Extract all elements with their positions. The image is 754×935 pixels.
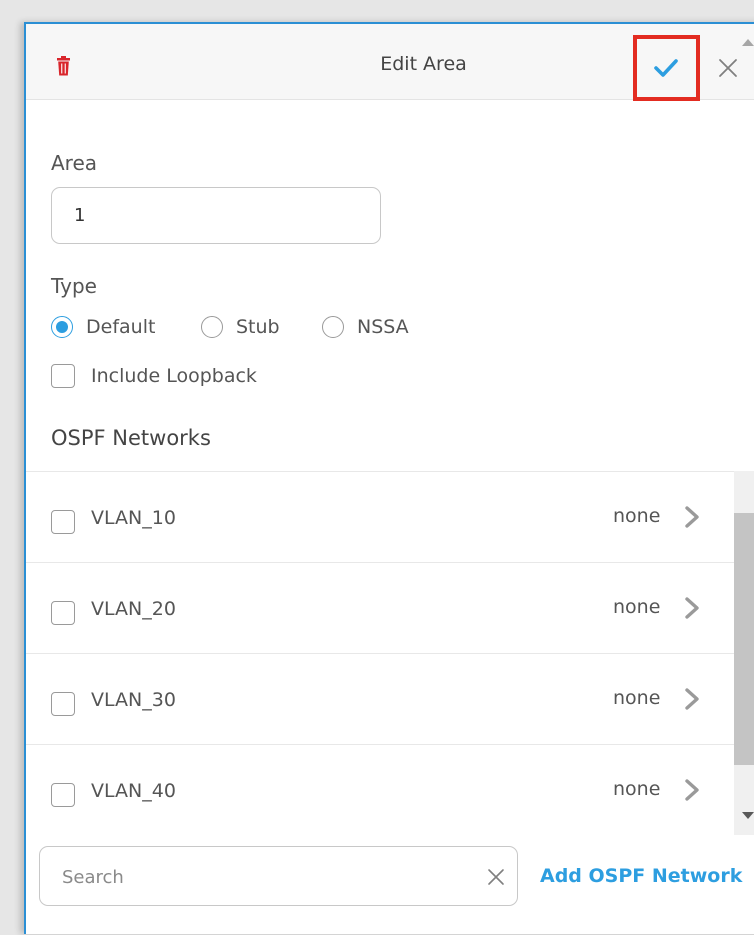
close-button[interactable] bbox=[714, 54, 742, 82]
chevron-right-icon[interactable] bbox=[684, 505, 700, 529]
search-box bbox=[39, 846, 518, 906]
network-list-scrollbar[interactable] bbox=[734, 471, 754, 835]
network-value: none bbox=[613, 687, 661, 709]
confirm-highlight-box bbox=[633, 35, 700, 101]
network-value: none bbox=[613, 778, 661, 800]
add-ospf-network-link[interactable]: Add OSPF Network bbox=[540, 865, 742, 887]
ospf-networks-heading: OSPF Networks bbox=[51, 426, 211, 450]
include-loopback-label: Include Loopback bbox=[91, 365, 257, 387]
search-input[interactable] bbox=[62, 863, 462, 891]
include-loopback-checkbox[interactable] bbox=[51, 364, 75, 388]
type-label: Type bbox=[51, 274, 97, 298]
network-row[interactable]: VLAN_20 none bbox=[26, 563, 734, 654]
network-checkbox[interactable] bbox=[51, 783, 75, 807]
scrollbar-thumb[interactable] bbox=[734, 513, 754, 765]
network-name: VLAN_30 bbox=[91, 689, 176, 711]
network-name: VLAN_10 bbox=[91, 507, 176, 529]
radio-nssa-label: NSSA bbox=[357, 316, 409, 338]
network-value: none bbox=[613, 505, 661, 527]
radio-nssa-control[interactable] bbox=[322, 316, 344, 338]
network-value: none bbox=[613, 596, 661, 618]
edit-area-panel: Edit Area Area Type Default Stub NSSA In… bbox=[24, 22, 754, 934]
type-radio-default[interactable]: Default bbox=[51, 316, 155, 338]
close-icon bbox=[719, 59, 737, 77]
chevron-right-icon[interactable] bbox=[684, 596, 700, 620]
clear-search-icon[interactable] bbox=[486, 867, 506, 887]
network-row[interactable]: VLAN_40 none bbox=[26, 745, 734, 835]
include-loopback-option[interactable]: Include Loopback bbox=[51, 364, 257, 388]
panel-footer: Add OSPF Network bbox=[26, 836, 754, 934]
network-checkbox[interactable] bbox=[51, 692, 75, 716]
radio-stub-label: Stub bbox=[236, 316, 280, 338]
network-row[interactable]: VLAN_30 none bbox=[26, 654, 734, 745]
scroll-down-arrow-icon[interactable] bbox=[742, 812, 754, 819]
radio-default-label: Default bbox=[86, 316, 156, 338]
type-radio-nssa[interactable]: NSSA bbox=[322, 316, 409, 338]
chevron-right-icon[interactable] bbox=[684, 778, 700, 802]
radio-default-control[interactable] bbox=[51, 316, 73, 338]
type-radio-stub[interactable]: Stub bbox=[201, 316, 280, 338]
network-checkbox[interactable] bbox=[51, 510, 75, 534]
area-input[interactable] bbox=[51, 187, 381, 244]
area-label: Area bbox=[51, 151, 98, 175]
network-name: VLAN_20 bbox=[91, 598, 176, 620]
radio-stub-control[interactable] bbox=[201, 316, 223, 338]
chevron-right-icon[interactable] bbox=[684, 687, 700, 711]
scroll-up-arrow-icon[interactable] bbox=[742, 39, 754, 46]
ospf-network-list: VLAN_10 none VLAN_20 none VLAN_30 none V… bbox=[26, 471, 734, 835]
network-name: VLAN_40 bbox=[91, 780, 176, 802]
network-row[interactable]: VLAN_10 none bbox=[26, 472, 734, 563]
network-checkbox[interactable] bbox=[51, 601, 75, 625]
